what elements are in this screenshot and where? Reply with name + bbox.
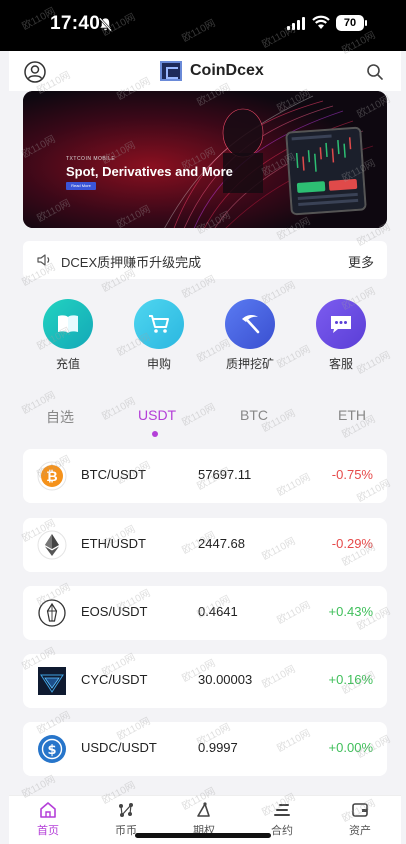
cart-icon <box>134 299 184 349</box>
status-time: 17:40 <box>50 13 101 34</box>
quick-action-support[interactable]: 客服 <box>314 299 368 372</box>
price-change: +0.16% <box>328 672 373 687</box>
tab-favorites[interactable]: 自选 <box>46 407 74 427</box>
market-row[interactable]: ₿ BTC/USDT 57697.11 -0.75% <box>23 449 387 503</box>
quick-action-label: 充值 <box>55 357 80 371</box>
app-header: CoinDcex <box>9 51 401 91</box>
quick-action-label: 客服 <box>328 357 353 371</box>
app-name: CoinDcex <box>190 62 264 79</box>
price-change: +0.00% <box>328 740 373 755</box>
announcement-bar[interactable]: DCEX质押赚币升级完成 更多 <box>23 241 387 279</box>
battery-indicator: 70 <box>336 15 364 31</box>
tab-eth[interactable]: ETH <box>338 407 366 423</box>
banner-title: Spot, Derivatives and More <box>66 164 233 179</box>
options-icon <box>197 802 210 817</box>
cyc-icon <box>38 667 66 695</box>
home-icon <box>40 802 56 818</box>
announcement-more-link[interactable]: 更多 <box>348 252 374 271</box>
pair-name: BTC/USDT <box>81 467 146 482</box>
nav-assets[interactable]: 资产 <box>330 801 390 838</box>
price-change: -0.75% <box>331 467 373 482</box>
tab-btc[interactable]: BTC <box>240 407 268 423</box>
last-price: 57697.11 <box>198 467 252 482</box>
banner-read-more-button[interactable]: Read More <box>66 182 96 190</box>
banner-eyebrow: TXTCOIN MOBILE <box>66 156 116 162</box>
nav-home[interactable]: 首页 <box>18 801 78 838</box>
coindcex-logo-icon <box>160 61 182 81</box>
pair-name: CYC/USDT <box>81 672 148 687</box>
last-price: 0.4641 <box>198 604 238 619</box>
active-tab-indicator <box>152 431 158 437</box>
quick-action-subscribe[interactable]: 申购 <box>132 299 186 372</box>
pair-name: USDC/USDT <box>81 740 157 755</box>
user-profile-icon[interactable] <box>24 61 46 83</box>
wifi-icon <box>312 15 330 29</box>
spot-icon <box>119 803 133 817</box>
quick-action-label: 质押挖矿 <box>225 357 274 371</box>
svg-text:₿: ₿ <box>46 469 57 485</box>
status-bar: 17:40 70 <box>0 0 406 51</box>
last-price: 0.9997 <box>198 740 238 755</box>
contract-icon <box>274 804 290 816</box>
eos-icon <box>38 599 66 627</box>
price-change: -0.29% <box>331 536 373 551</box>
cell-signal-icon <box>287 17 305 30</box>
last-price: 2447.68 <box>198 536 245 551</box>
last-price: 30.00003 <box>198 672 253 687</box>
quick-action-deposit[interactable]: 充值 <box>41 299 95 372</box>
ethereum-icon <box>37 530 67 560</box>
speaker-icon <box>37 254 50 266</box>
market-row[interactable]: EOS/USDT 0.4641 +0.43% <box>23 586 387 640</box>
battery-tip <box>365 20 367 26</box>
chat-icon <box>316 299 366 349</box>
wallet-icon <box>352 803 368 817</box>
quick-action-staking[interactable]: 质押挖矿 <box>223 299 277 372</box>
banner-phone-image <box>285 126 367 216</box>
home-indicator[interactable] <box>135 833 271 838</box>
market-row[interactable]: $ USDC/USDT 0.9997 +0.00% <box>23 722 387 776</box>
usdc-icon: $ <box>38 735 66 763</box>
pair-name: EOS/USDT <box>81 604 148 619</box>
quick-action-label: 申购 <box>146 357 171 371</box>
announcement-text[interactable]: DCEX质押赚币升级完成 <box>61 252 201 271</box>
price-change: +0.43% <box>328 604 373 619</box>
promo-banner[interactable]: TXTCOIN MOBILE Spot, Derivatives and Mor… <box>23 91 387 228</box>
pickaxe-icon <box>225 299 275 349</box>
nav-label: 资产 <box>349 825 371 837</box>
pair-name: ETH/USDT <box>81 536 146 551</box>
svg-text:$: $ <box>47 743 56 758</box>
bell-muted-icon <box>99 17 112 32</box>
app-screen: CoinDcex TXTCOIN MOBILE Spot, Derivative… <box>9 51 401 844</box>
market-row[interactable]: CYC/USDT 30.00003 +0.16% <box>23 654 387 708</box>
tab-usdt[interactable]: USDT <box>138 407 176 423</box>
market-row[interactable]: ETH/USDT 2447.68 -0.29% <box>23 518 387 572</box>
brand: CoinDcex <box>160 61 264 81</box>
book-icon <box>43 299 93 349</box>
bitcoin-icon: ₿ <box>37 461 67 491</box>
search-icon[interactable] <box>366 63 384 81</box>
nav-label: 首页 <box>37 825 59 837</box>
